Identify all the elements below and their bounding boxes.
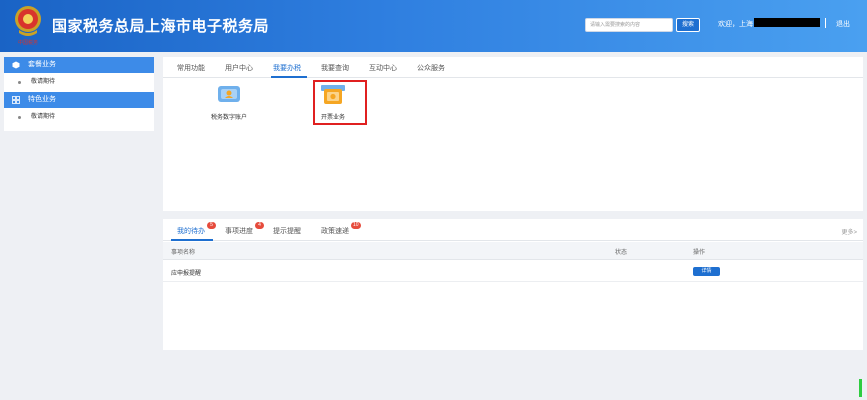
sidebar-item-coming-soon[interactable]: 敬请期待 (4, 73, 154, 92)
tab-tax-handling[interactable]: 我要办税 (273, 63, 301, 73)
tab-query[interactable]: 我要查询 (321, 63, 349, 73)
sidebar-section-package[interactable]: 套餐业务 (4, 57, 154, 73)
main-tab-bar: 常用功能 用户中心 我要办税 我要查询 互动中心 公众服务 (163, 57, 863, 78)
tab-public-services[interactable]: 公众服务 (417, 63, 445, 73)
tab-my-todo[interactable]: 我的待办 (177, 226, 205, 236)
top-header: 中国税务 国家税务总局上海市电子税务局 请输入需要搜索的内容 搜索 欢迎，上海 … (0, 0, 867, 52)
sidebar-item-label: 敬请期待 (31, 79, 56, 85)
table-header: 事项名称 状态 操作 (163, 242, 863, 260)
sidebar-item-coming-soon[interactable]: 敬请期待 (4, 108, 154, 127)
service-panel: 常用功能 用户中心 我要办税 我要查询 互动中心 公众服务 税务数字账户 开票业… (163, 57, 863, 211)
todo-panel: 我的待办 5 事项进度 4 提示提醒 政策速递 10 更多> 事项名称 状态 操… (163, 219, 863, 350)
table-row: 应申报提醒 详情 (163, 260, 863, 282)
column-header-status: 状态 (615, 250, 628, 256)
search-button[interactable]: 搜索 (676, 18, 700, 32)
sidebar: 套餐业务 敬请期待 特色业务 敬请期待 (4, 57, 154, 131)
app-label: 税务数字账户 (210, 115, 247, 121)
tax-emblem-logo: 中国税务 (15, 6, 41, 46)
active-tab-indicator (171, 239, 213, 241)
logout-link[interactable]: 退出 (836, 19, 850, 29)
more-link[interactable]: 更多> (841, 227, 857, 236)
grid-icon (12, 96, 20, 104)
item-name: 应申报提醒 (171, 271, 202, 277)
sidebar-section-label: 特色业务 (28, 96, 56, 103)
app-digital-account[interactable]: 税务数字账户 (207, 84, 251, 121)
header-divider (825, 18, 826, 28)
bullet-icon (18, 81, 21, 84)
column-header-action: 操作 (693, 250, 706, 256)
redacted-username (754, 18, 820, 27)
bullet-icon (18, 116, 21, 119)
scroll-indicator (859, 379, 862, 397)
emblem-caption: 中国税务 (18, 39, 38, 46)
todo-tab-bar: 我的待办 5 事项进度 4 提示提醒 政策速递 10 更多> (163, 219, 863, 241)
active-tab-indicator (271, 76, 307, 78)
tab-policy-updates[interactable]: 政策速递 (321, 226, 349, 236)
tab-reminders[interactable]: 提示提醒 (273, 226, 301, 236)
tab-common-functions[interactable]: 常用功能 (177, 63, 205, 73)
detail-button[interactable]: 详情 (693, 267, 720, 276)
tab-user-center[interactable]: 用户中心 (225, 63, 253, 73)
cube-icon (12, 61, 20, 69)
policy-count-badge: 10 (351, 222, 361, 229)
todo-count-badge: 5 (207, 222, 216, 229)
column-header-name: 事项名称 (171, 250, 196, 256)
sidebar-item-label: 敬请期待 (31, 114, 56, 120)
tab-interaction-center[interactable]: 互动中心 (369, 63, 397, 73)
site-title: 国家税务总局上海市电子税务局 (52, 18, 270, 35)
sidebar-section-label: 套餐业务 (28, 61, 56, 68)
highlight-frame (313, 80, 367, 125)
progress-count-badge: 4 (255, 222, 264, 229)
tab-progress[interactable]: 事项进度 (225, 226, 253, 236)
welcome-text: 欢迎，上海 (718, 21, 753, 28)
digital-account-icon (218, 86, 240, 102)
search-input[interactable]: 请输入需要搜索的内容 (585, 18, 673, 32)
sidebar-section-special[interactable]: 特色业务 (4, 92, 154, 108)
